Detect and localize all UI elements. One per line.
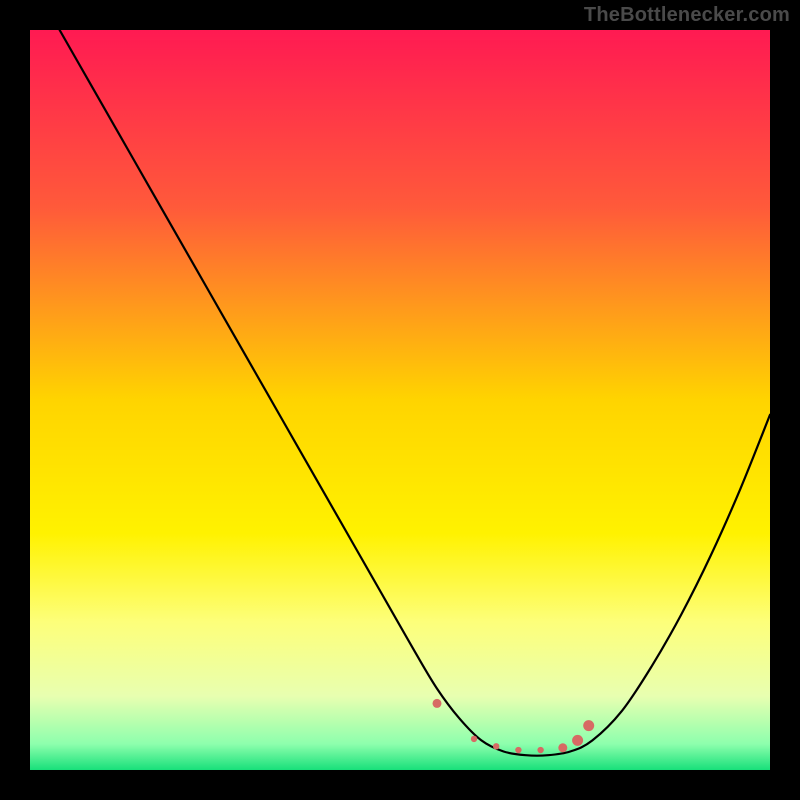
chart-svg xyxy=(30,30,770,770)
highlight-dot xyxy=(493,743,499,749)
highlight-dot xyxy=(515,747,521,753)
highlight-dot xyxy=(471,736,477,742)
gradient-background xyxy=(30,30,770,770)
watermark-text: TheBottlenecker.com xyxy=(584,4,790,27)
highlight-dot xyxy=(572,735,583,746)
highlight-dot xyxy=(537,747,543,753)
highlight-dot xyxy=(583,720,594,731)
chart-frame: TheBottlenecker.com xyxy=(0,0,800,800)
highlight-dot xyxy=(558,743,567,752)
highlight-dot xyxy=(433,699,442,708)
plot-area xyxy=(30,30,770,770)
